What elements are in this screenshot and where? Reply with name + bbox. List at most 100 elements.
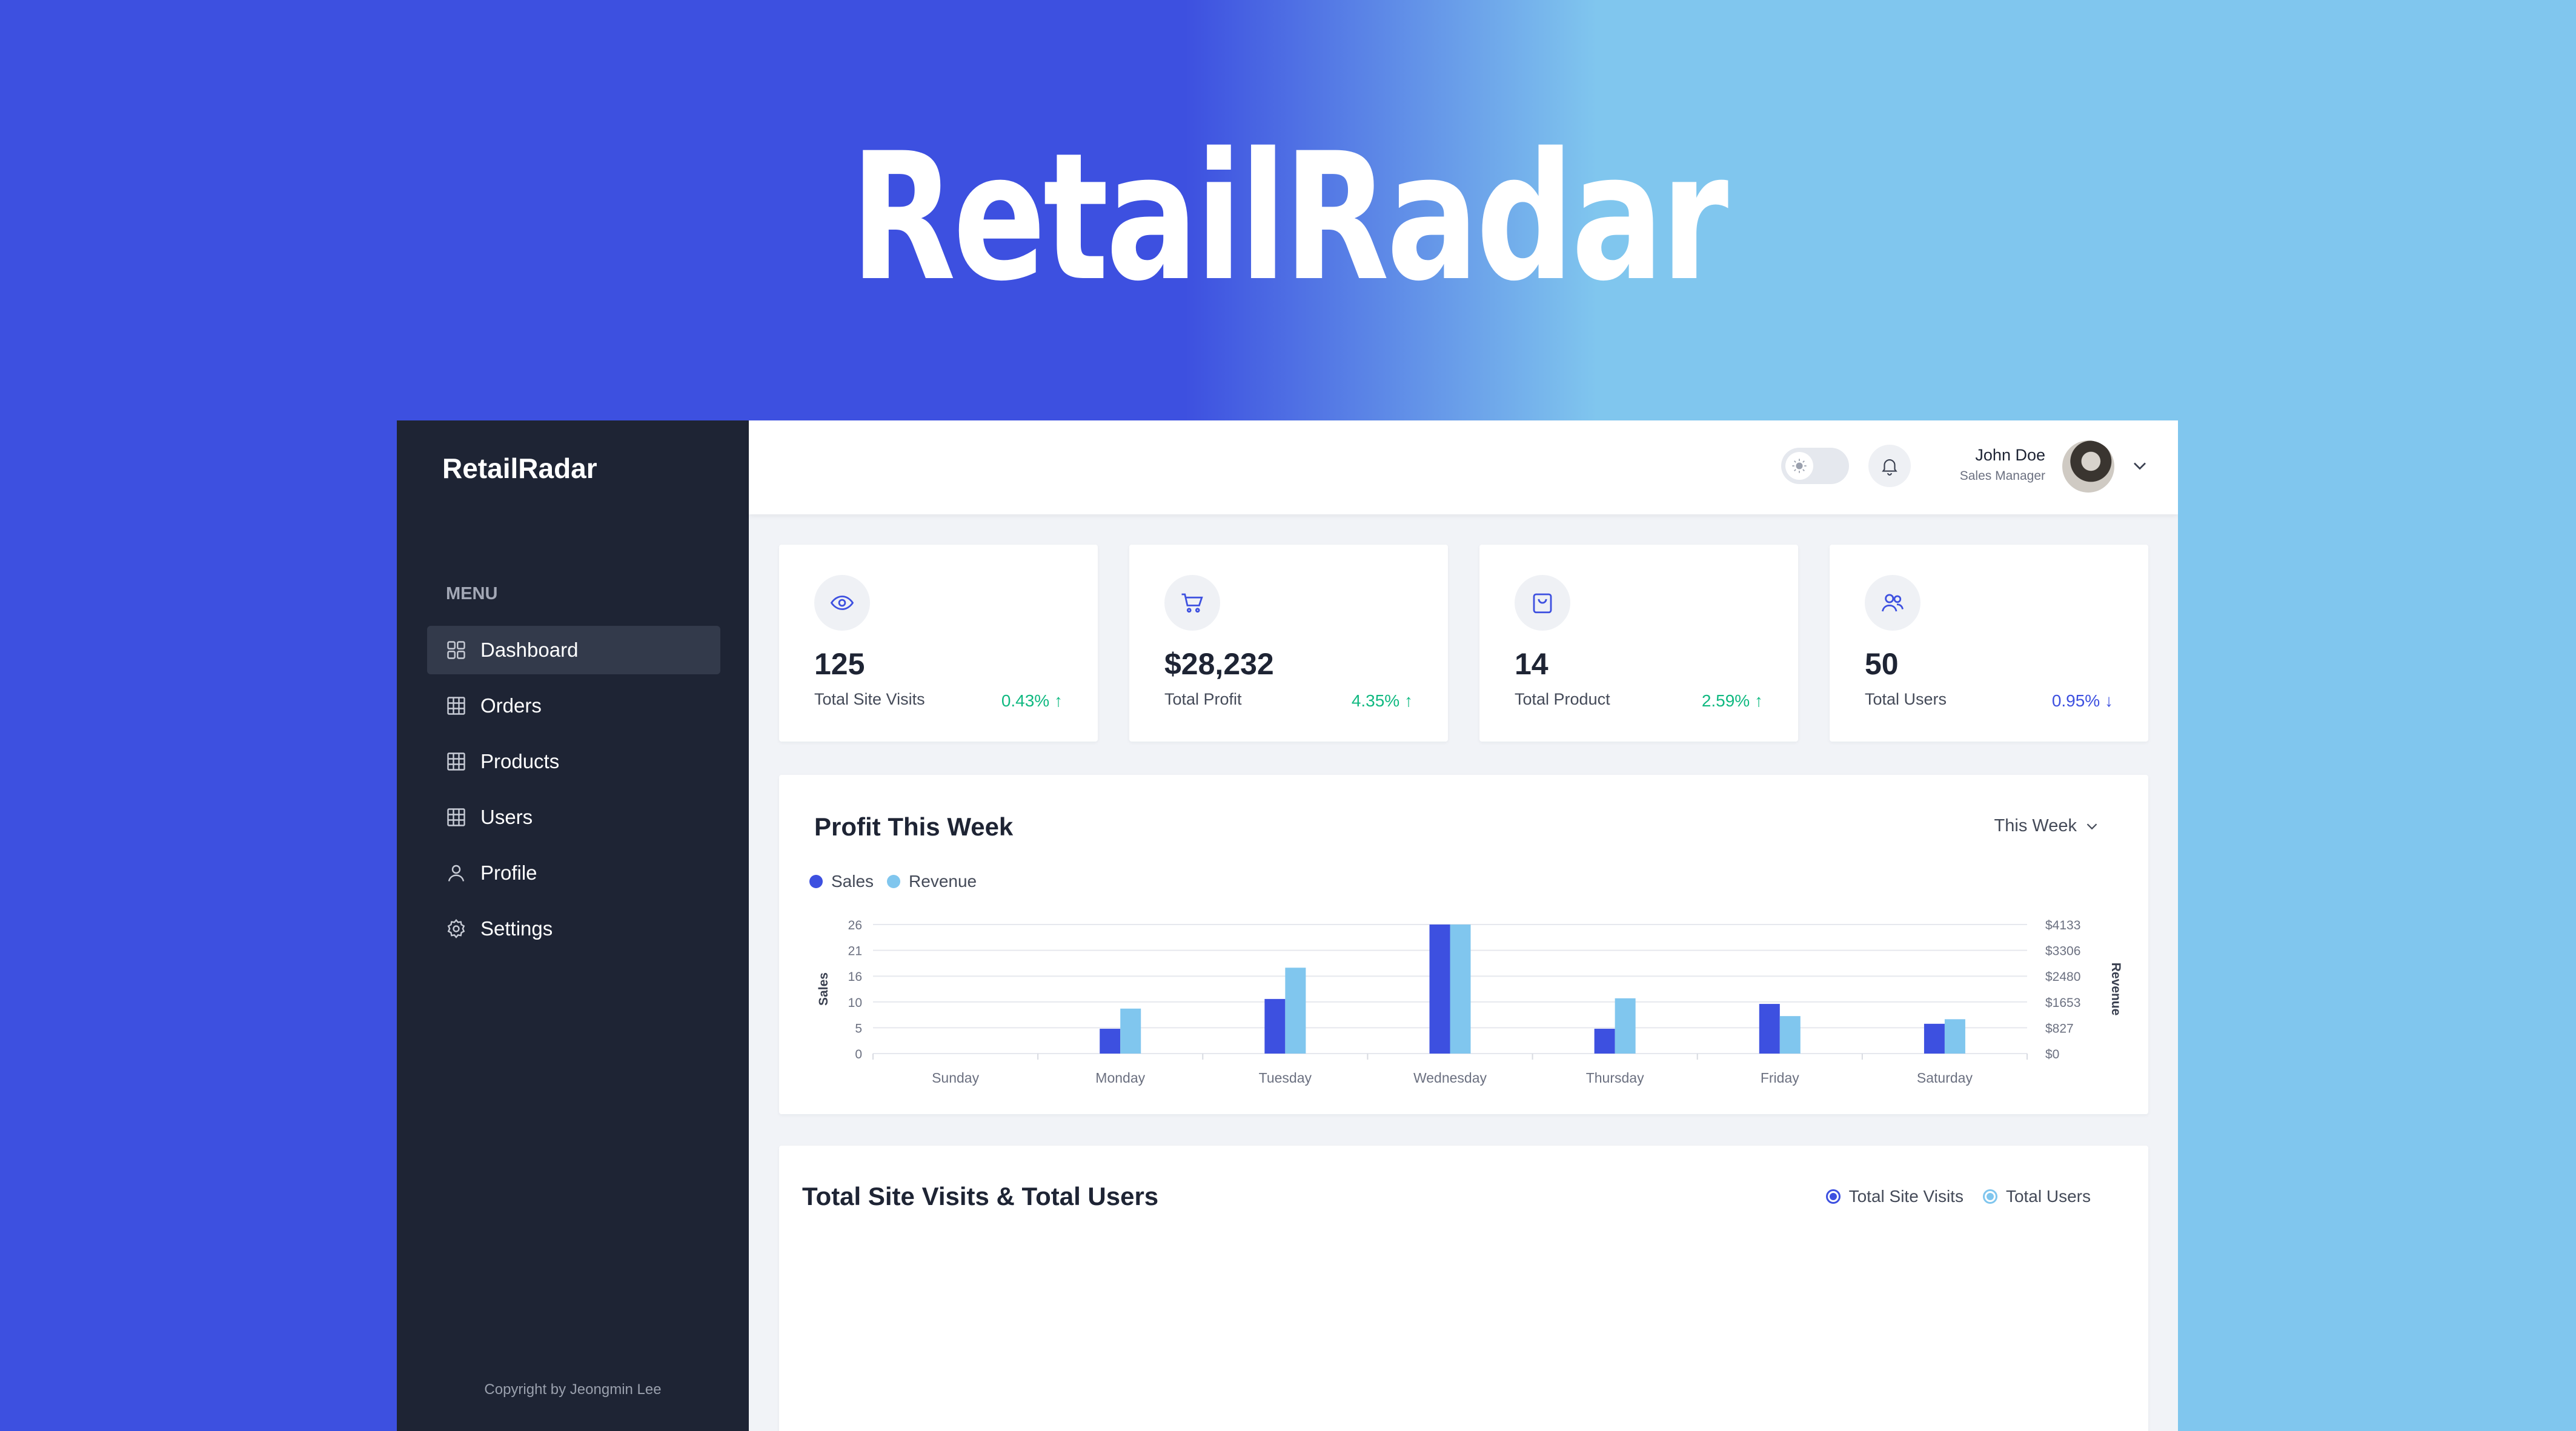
bell-icon [1882, 459, 1897, 476]
sidebar-item-orders[interactable]: Orders [427, 682, 720, 730]
stat-value: 50 [1865, 647, 1899, 681]
y2-tick-label: $4133 [2045, 918, 2080, 932]
table-icon [447, 697, 465, 715]
x-tick-label: Wednesday [1413, 1070, 1487, 1086]
y2-axis-label: Revenue [2109, 963, 2123, 1016]
sidebar-item-label: Settings [480, 917, 553, 940]
theme-toggle[interactable] [1781, 448, 1849, 484]
x-tick-label: Saturday [1917, 1070, 1973, 1086]
user-icon [448, 865, 465, 882]
stat-card-total-product: 14 Total Product 2.59% ↑ [1479, 545, 1798, 742]
stat-change-up: 0.43% ↑ [1001, 691, 1063, 710]
gear-icon [447, 918, 465, 938]
stat-value: $28,232 [1164, 647, 1274, 681]
stat-icon-wrap [1865, 575, 1920, 631]
y-tick-label: 21 [848, 945, 862, 958]
x-tick-label: Thursday [1586, 1070, 1644, 1086]
stat-change-value: 0.43% [1001, 691, 1050, 710]
sidebar-nav: Dashboard Orders Products Users Profile … [427, 626, 720, 960]
user-role: Sales Manager [1959, 469, 2045, 483]
legend-item-site-visits[interactable]: Total Site Visits [1825, 1187, 1964, 1206]
stat-icon-wrap [1515, 575, 1570, 631]
stat-value: 14 [1515, 647, 1549, 681]
stat-card-total-profit: $28,232 Total Profit 4.35% ↑ [1129, 545, 1448, 742]
sidebar-item-label: Orders [480, 694, 542, 717]
legend-swatch [1825, 1189, 1841, 1204]
sidebar: RetailRadar MENU Dashboard Orders Produc… [397, 420, 749, 1431]
stat-card-total-users: 50 Total Users 0.95% ↓ [1830, 545, 2148, 742]
x-tick-label: Sunday [932, 1070, 980, 1086]
y2-tick-label: $3306 [2045, 945, 2080, 958]
y-tick-label: 0 [855, 1048, 862, 1061]
chart-legend: Total Site Visits Total Users [1807, 1187, 2091, 1206]
hero-title: RetailRadar [850, 116, 1729, 320]
stat-label: Total Users [1865, 690, 1947, 708]
stat-change-up: 2.59% ↑ [1701, 691, 1763, 710]
y-axis-label: Sales [817, 972, 831, 1006]
bar-revenue [1120, 1008, 1141, 1054]
sun-icon [1792, 459, 1807, 473]
x-tick-label: Monday [1095, 1070, 1145, 1086]
top-header: John Doe Sales Manager [749, 420, 2178, 514]
bar-sales [1429, 925, 1450, 1054]
table-icon [447, 808, 465, 826]
stat-label: Total Product [1515, 690, 1610, 708]
y-tick-label: 26 [848, 918, 862, 932]
notifications-button[interactable] [1868, 445, 1911, 487]
sidebar-item-dashboard[interactable]: Dashboard [427, 626, 720, 674]
legend-label: Total Users [2005, 1187, 2091, 1206]
bar-sales [1100, 1029, 1121, 1054]
stat-label: Total Site Visits [814, 690, 925, 708]
sidebar-item-profile[interactable]: Profile [427, 849, 720, 897]
stat-value: 125 [814, 647, 865, 681]
y2-tick-label: $0 [2045, 1048, 2059, 1061]
y-tick-label: 16 [848, 970, 862, 984]
table-icon [447, 752, 465, 771]
legend-item-users[interactable]: Total Users [1982, 1187, 2091, 1206]
y2-tick-label: $2480 [2045, 970, 2080, 984]
bar-revenue [1615, 998, 1636, 1054]
sidebar-brand[interactable]: RetailRadar [442, 452, 597, 485]
toggle-knob [1785, 452, 1813, 480]
stat-change-down: 0.95% ↓ [2051, 691, 2113, 710]
stat-card-site-visits: 125 Total Site Visits 0.43% ↑ [779, 545, 1098, 742]
sidebar-item-label: Dashboard [480, 639, 579, 661]
stat-icon-wrap [1164, 575, 1220, 631]
x-tick-label: Tuesday [1259, 1070, 1312, 1086]
sidebar-item-settings[interactable]: Settings [427, 905, 720, 953]
stat-change-up: 4.35% ↑ [1351, 691, 1413, 710]
dashboard-grid-icon [447, 641, 465, 659]
bar-sales [1759, 1004, 1780, 1054]
stat-change-value: 0.95% [2051, 691, 2100, 710]
copyright-text: Copyright by Jeongmin Lee [484, 1381, 662, 1398]
sidebar-item-label: Profile [480, 862, 537, 884]
x-tick-label: Friday [1761, 1070, 1799, 1086]
users-icon [1882, 594, 1904, 612]
bar-sales [1264, 998, 1286, 1054]
visits-chart-card: Total Site Visits & Total Users Total Si… [779, 1146, 2148, 1431]
y-tick-label: 5 [855, 1021, 862, 1035]
avatar[interactable] [2062, 440, 2114, 493]
y2-tick-label: $827 [2045, 1021, 2074, 1035]
legend-swatch [1982, 1189, 1997, 1204]
y-tick-label: 10 [848, 996, 862, 1010]
dashboard-window: RetailRadar MENU Dashboard Orders Produc… [397, 420, 2178, 1431]
stat-label: Total Profit [1164, 690, 1242, 708]
bar-sales [1594, 1029, 1615, 1054]
stat-change-value: 2.59% [1701, 691, 1750, 710]
chart-title: Total Site Visits & Total Users [802, 1182, 1159, 1210]
sidebar-item-label: Products [480, 750, 560, 772]
bar-revenue [1779, 1016, 1801, 1054]
user-name: John Doe [1975, 446, 2045, 464]
y2-tick-label: $1653 [2045, 996, 2080, 1010]
sidebar-item-users[interactable]: Users [427, 793, 720, 842]
cart-icon [1181, 593, 1203, 613]
legend-label: Total Site Visits [1848, 1187, 1964, 1206]
bar-revenue [1450, 925, 1471, 1054]
bar-sales [1924, 1023, 1945, 1054]
chevron-down-icon[interactable] [2129, 455, 2151, 477]
profit-chart-card: Profit This Week This Week Sales Revenue… [779, 775, 2148, 1114]
stat-change-value: 4.35% [1351, 691, 1400, 710]
bag-icon [1533, 593, 1552, 614]
sidebar-item-products[interactable]: Products [427, 737, 720, 786]
